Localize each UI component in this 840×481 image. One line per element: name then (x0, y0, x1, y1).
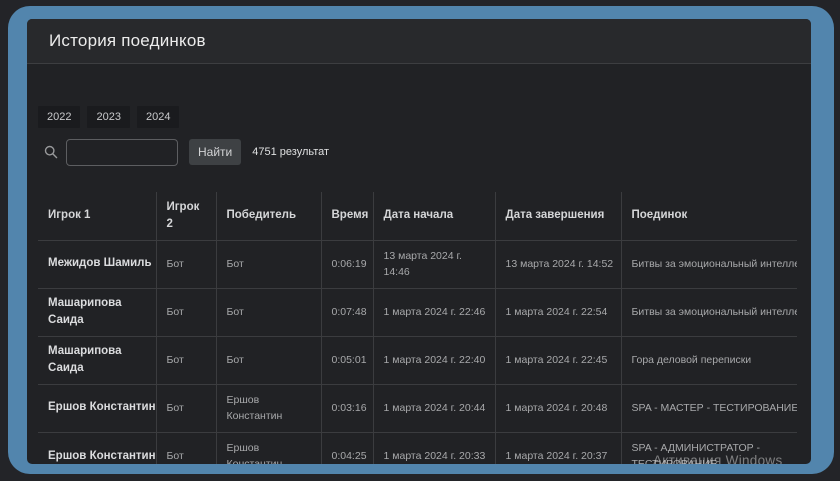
search-row: Найти 4751 результат (44, 138, 811, 166)
table-header-row: Игрок 1 Игрок 2 Победитель Время Дата на… (38, 192, 797, 240)
column-header-duel: Поединок (621, 192, 797, 240)
column-header-end-date: Дата завершения (495, 192, 621, 240)
search-button[interactable]: Найти (189, 139, 241, 165)
table-row: Межидов Шамиль Бот Бот 0:06:19 13 марта … (38, 240, 797, 288)
cell-player1: Машарипова Саида (38, 288, 156, 336)
results-count: 4751 результат (252, 146, 329, 158)
column-header-time: Время (321, 192, 373, 240)
tab-2023[interactable]: 2023 (87, 106, 129, 128)
column-header-start-date: Дата начала (373, 192, 495, 240)
tab-2022[interactable]: 2022 (38, 106, 80, 128)
table-row: Ершов Константин Бот Ершов Константин 0:… (38, 432, 797, 464)
cell-player2: Бот (156, 384, 216, 432)
cell-winner: Бот (216, 240, 321, 288)
match-history-panel: История поединков 2022 2023 2024 Найти 4… (27, 19, 811, 464)
cell-start-date: 1 марта 2024 г. 22:40 (373, 336, 495, 384)
cell-time: 0:07:48 (321, 288, 373, 336)
cell-time: 0:06:19 (321, 240, 373, 288)
cell-player1: Ершов Константин (38, 432, 156, 464)
search-input[interactable] (66, 139, 178, 166)
cell-player2: Бот (156, 288, 216, 336)
column-header-player2: Игрок 2 (156, 192, 216, 240)
match-history-table: Игрок 1 Игрок 2 Победитель Время Дата на… (38, 192, 797, 464)
cell-player2: Бот (156, 336, 216, 384)
cell-end-date: 13 марта 2024 г. 14:52 (495, 240, 621, 288)
table-row: Машарипова Саида Бот Бот 0:05:01 1 марта… (38, 336, 797, 384)
year-tabs: 2022 2023 2024 (38, 106, 811, 128)
cell-player1: Ершов Константин (38, 384, 156, 432)
cell-duel: Битвы за эмоциональный интеллект (621, 288, 797, 336)
cell-duel: SPA - АДМИНИСТРАТОР - ТЕСТИРОВАНИЕ (621, 432, 797, 464)
search-icon (44, 145, 58, 159)
tab-2024[interactable]: 2024 (137, 106, 179, 128)
cell-end-date: 1 марта 2024 г. 20:48 (495, 384, 621, 432)
cell-winner: Бот (216, 336, 321, 384)
cell-player1: Межидов Шамиль (38, 240, 156, 288)
cell-time: 0:03:16 (321, 384, 373, 432)
cell-winner: Бот (216, 288, 321, 336)
cell-player1: Машарипова Саида (38, 336, 156, 384)
column-header-player1: Игрок 1 (38, 192, 156, 240)
cell-start-date: 13 марта 2024 г. 14:46 (373, 240, 495, 288)
table-row: Ершов Константин Бот Ершов Константин 0:… (38, 384, 797, 432)
column-header-winner: Победитель (216, 192, 321, 240)
cell-player2: Бот (156, 432, 216, 464)
blue-frame: История поединков 2022 2023 2024 Найти 4… (8, 6, 834, 474)
cell-duel: Битвы за эмоциональный интеллект (621, 240, 797, 288)
page-title: История поединков (49, 31, 206, 51)
cell-winner: Ершов Константин (216, 384, 321, 432)
cell-end-date: 1 марта 2024 г. 22:54 (495, 288, 621, 336)
cell-duel: Гора деловой переписки (621, 336, 797, 384)
cell-winner: Ершов Константин (216, 432, 321, 464)
cell-start-date: 1 марта 2024 г. 20:44 (373, 384, 495, 432)
table-row: Машарипова Саида Бот Бот 0:07:48 1 марта… (38, 288, 797, 336)
cell-time: 0:04:25 (321, 432, 373, 464)
cell-end-date: 1 марта 2024 г. 22:45 (495, 336, 621, 384)
cell-player2: Бот (156, 240, 216, 288)
cell-start-date: 1 марта 2024 г. 20:33 (373, 432, 495, 464)
cell-start-date: 1 марта 2024 г. 22:46 (373, 288, 495, 336)
cell-duel: SPA - МАСТЕР - ТЕСТИРОВАНИЕ (621, 384, 797, 432)
title-bar: История поединков (27, 19, 811, 64)
cell-time: 0:05:01 (321, 336, 373, 384)
cell-end-date: 1 марта 2024 г. 20:37 (495, 432, 621, 464)
